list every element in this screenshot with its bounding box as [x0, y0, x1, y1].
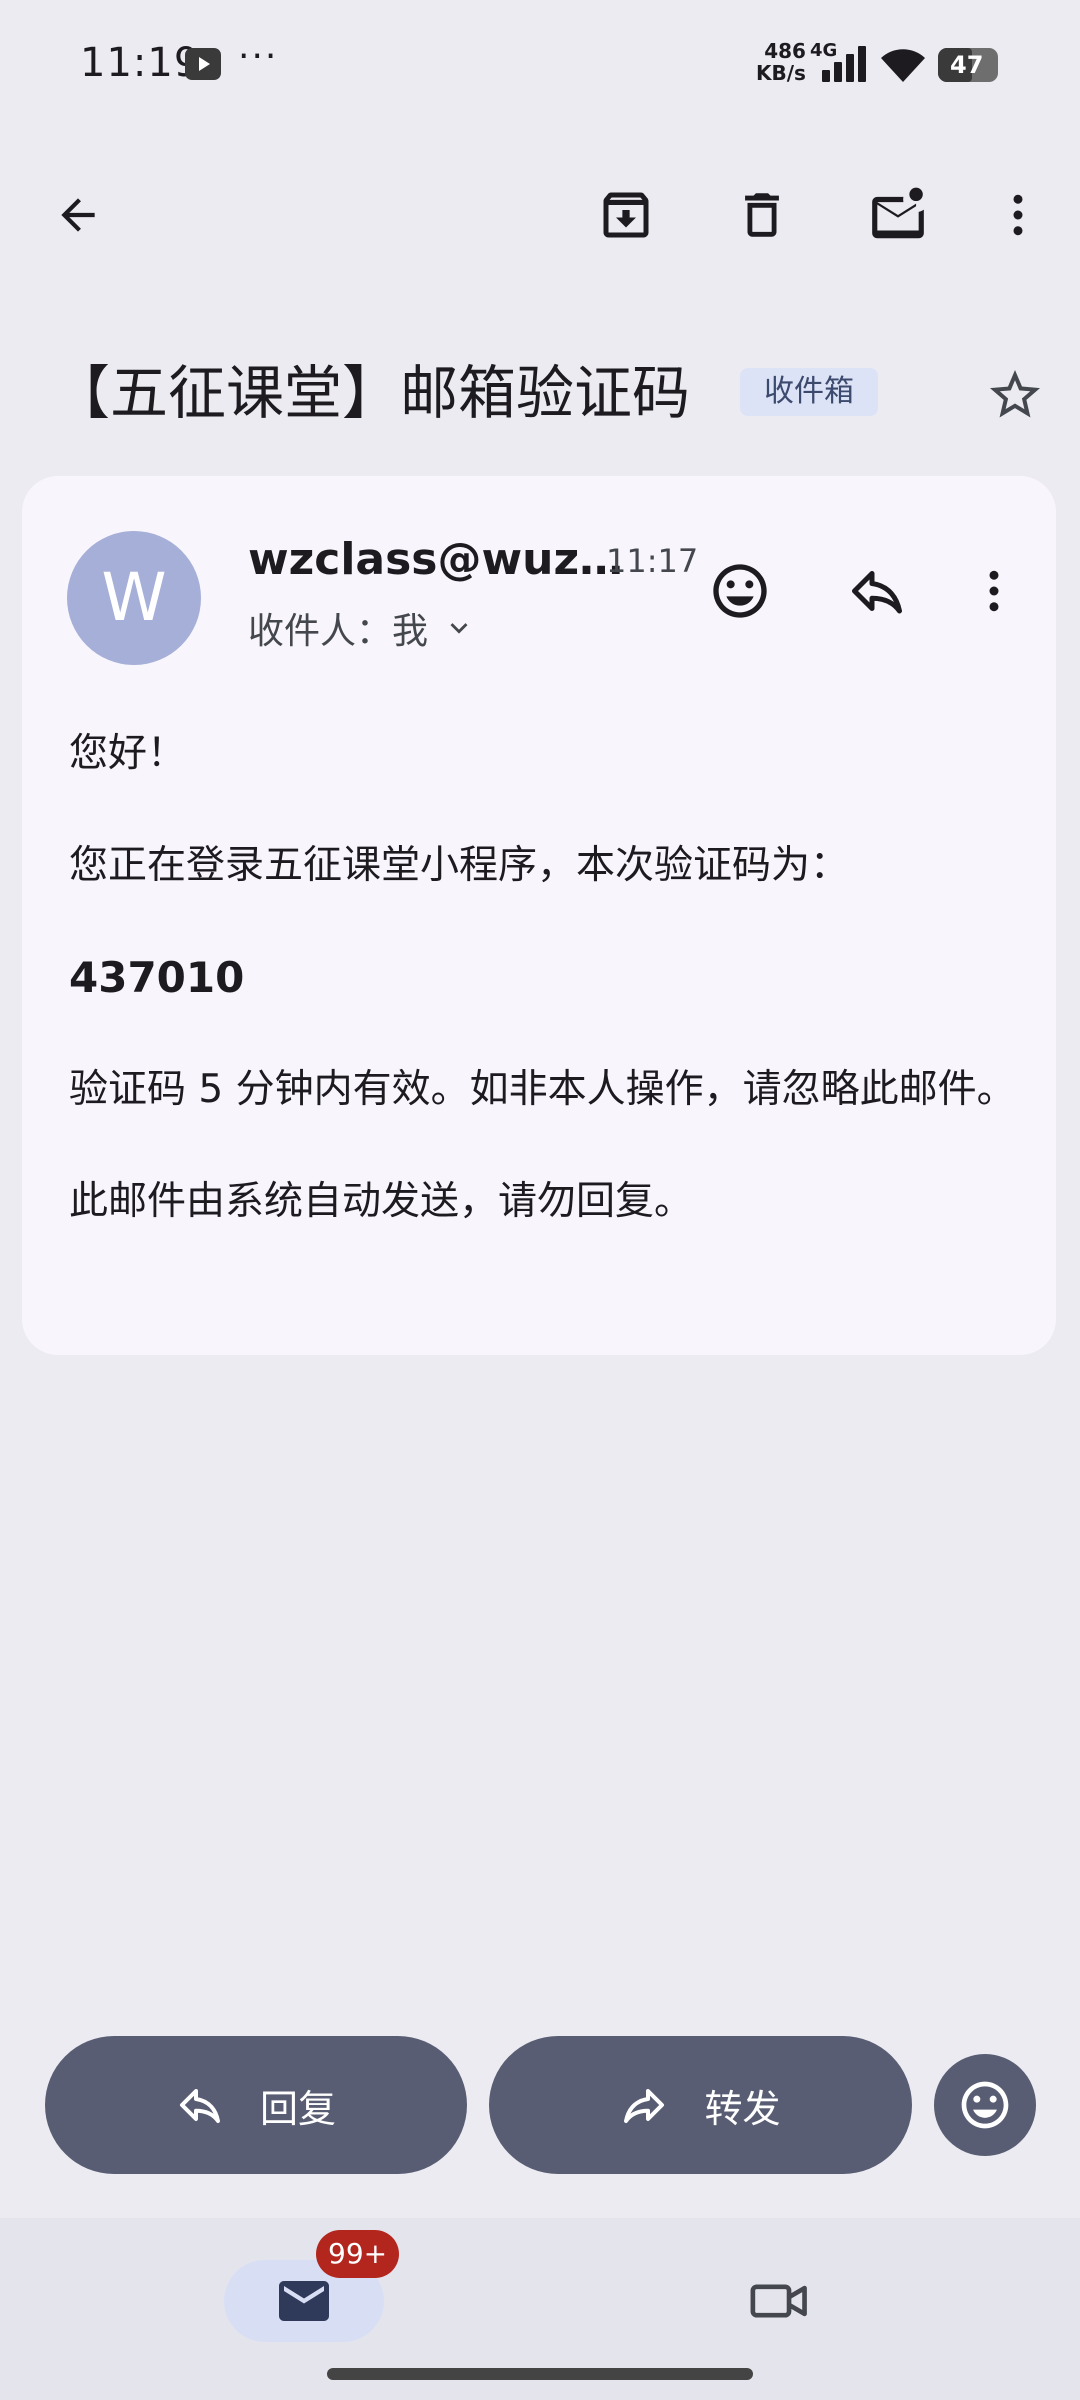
network-speed-unit: KB/s — [756, 61, 806, 85]
mark-unread-button[interactable] — [848, 160, 948, 270]
arrow-left-icon — [61, 198, 95, 232]
star-button[interactable] — [975, 355, 1055, 435]
body-greeting: 您好！ — [69, 731, 187, 776]
more-vert-icon — [1013, 194, 1023, 236]
mail-icon — [279, 2281, 329, 2321]
home-indicator[interactable] — [327, 2368, 753, 2380]
more-notifications-indicator: ··· — [238, 36, 279, 77]
mark-unread-icon — [872, 187, 924, 239]
trash-icon — [745, 193, 779, 237]
video-camera-icon — [750, 2284, 807, 2318]
reply-icon-button[interactable] — [832, 546, 922, 636]
message-time: 11:17 — [606, 542, 699, 580]
chevron-down-icon — [450, 623, 468, 634]
body-validity-note: 验证码 5 分钟内有效。如非本人操作，请忽略此邮件。 — [69, 1067, 1016, 1112]
network-speed: 486 KB/s — [756, 40, 806, 84]
verification-code: 437010 — [69, 953, 245, 1002]
add-reaction-button[interactable] — [695, 546, 785, 636]
message-toolbar — [0, 160, 1080, 270]
status-bar: 11:19 ··· 486 KB/s 4G 47 — [0, 0, 1080, 130]
archive-icon — [603, 192, 649, 238]
archive-button[interactable] — [576, 160, 676, 270]
body-intro: 您正在登录五征课堂小程序，本次验证码为： — [69, 843, 850, 888]
delete-button[interactable] — [712, 160, 812, 270]
reply-icon — [179, 2089, 220, 2123]
email-subject: 【五征课堂】邮箱验证码 — [52, 359, 691, 427]
sender-name[interactable]: wzclass@wuz… — [248, 534, 623, 585]
emoji-icon — [961, 2081, 1009, 2129]
reply-button[interactable]: 回复 — [45, 2036, 467, 2174]
emoji-icon — [713, 564, 767, 618]
status-time: 11:19 — [80, 40, 201, 86]
forward-button[interactable]: 转发 — [489, 2036, 912, 2174]
unread-count-badge: 99+ — [316, 2230, 400, 2278]
message-more-button[interactable] — [949, 546, 1039, 636]
battery-icon: 47 — [938, 48, 998, 82]
nav-meet-tab[interactable] — [730, 2260, 830, 2342]
video-app-notification-icon — [185, 48, 221, 80]
battery-level: 47 — [950, 51, 984, 79]
emoji-reaction-button[interactable] — [934, 2054, 1036, 2156]
sender-avatar[interactable]: W — [67, 531, 201, 665]
more-options-button[interactable] — [968, 160, 1068, 270]
wifi-icon — [880, 48, 926, 88]
reply-icon — [852, 571, 902, 614]
more-vert-icon — [989, 570, 999, 612]
recipients-label: 收件人：我 — [248, 611, 429, 652]
star-icon — [990, 370, 1040, 418]
signal-icon — [822, 44, 868, 82]
network-speed-value: 486 — [764, 39, 806, 63]
forward-icon — [624, 2089, 665, 2123]
message-card: W wzclass@wuz… 11:17 收件人：我 您好！ 您正在登录五征课堂… — [22, 476, 1056, 1355]
inbox-label-chip[interactable]: 收件箱 — [740, 368, 878, 416]
body-auto-notice: 此邮件由系统自动发送，请勿回复。 — [69, 1179, 694, 1224]
message-body: 您好！ 您正在登录五征课堂小程序，本次验证码为： 437010 验证码 5 分钟… — [69, 726, 1029, 1230]
reply-label: 回复 — [259, 2086, 336, 2131]
forward-label: 转发 — [704, 2086, 781, 2131]
recipients-toggle[interactable]: 收件人：我 — [248, 602, 476, 654]
back-button[interactable] — [28, 160, 128, 270]
